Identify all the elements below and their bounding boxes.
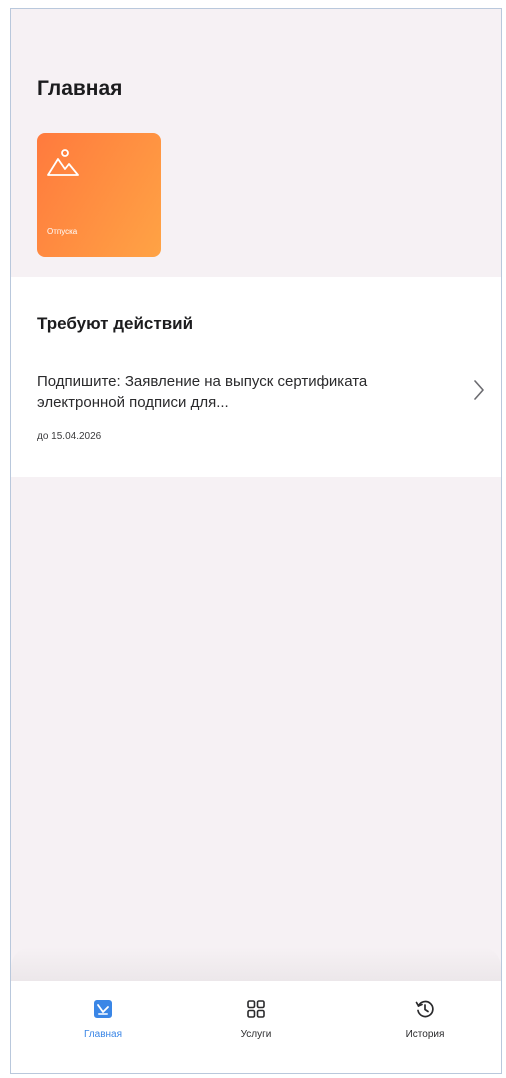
task-item[interactable]: Подпишите: Заявление на выпуск сертифика… <box>11 363 501 463</box>
tile-vacations[interactable]: Отпуска <box>37 133 161 257</box>
tabbar-shadow <box>11 947 501 981</box>
tile-label: Отпуска <box>47 227 78 236</box>
actions-title: Требуют действий <box>37 314 194 333</box>
actions-card: Требуют действий Подпишите: Заявление на… <box>11 277 501 477</box>
page-title: Главная <box>37 77 123 100</box>
tab-bar: Главная Услуги История <box>11 981 501 1073</box>
history-icon <box>415 1000 434 1018</box>
tab-label: Услуги <box>240 1029 272 1040</box>
tab-label: История <box>405 1029 445 1040</box>
app-screen: Главная Отпуска Требуют действий Подпиши… <box>10 8 502 1074</box>
grid-icon <box>247 1000 265 1018</box>
mountain-sun-icon <box>47 149 79 176</box>
task-text: Подпишите: Заявление на выпуск сертифика… <box>37 373 368 411</box>
tab-services[interactable]: Услуги <box>196 999 316 1059</box>
tab-home[interactable]: Главная <box>43 999 163 1059</box>
task-deadline: до 15.04.2026 <box>37 431 102 442</box>
tab-history[interactable]: История <box>365 999 485 1059</box>
home-app-icon <box>94 1000 112 1018</box>
chevron-right-icon <box>474 380 484 400</box>
tab-label: Главная <box>83 1029 123 1040</box>
